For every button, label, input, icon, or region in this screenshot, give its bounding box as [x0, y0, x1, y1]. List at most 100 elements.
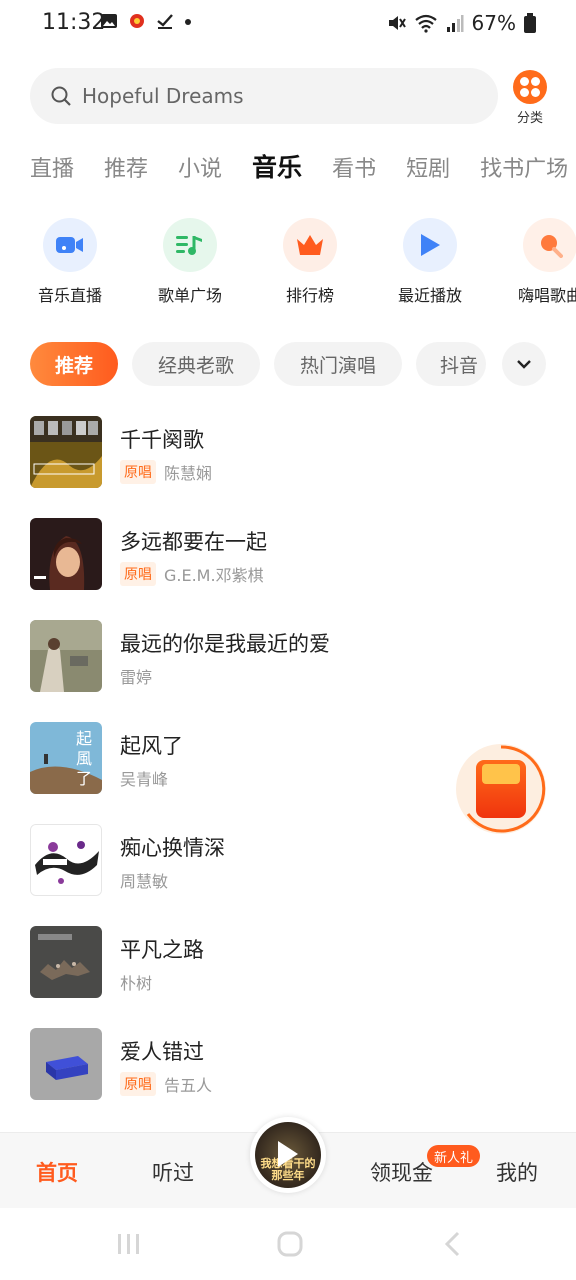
battery-percentage: 67% — [471, 11, 516, 35]
wifi-icon — [414, 14, 437, 33]
notification-icons — [100, 12, 192, 30]
chip-douyin[interactable]: 抖音 — [416, 342, 486, 386]
song-meta: 原唱 G.E.M.邓紫棋 — [120, 562, 264, 586]
shortcut-label: 嗨唱歌曲 — [517, 286, 576, 305]
svg-text:風: 風 — [76, 749, 92, 768]
search-icon — [51, 86, 71, 106]
original-tag: 原唱 — [120, 460, 156, 484]
album-cover — [30, 1028, 102, 1100]
song-title: 千千阕歌 — [120, 428, 204, 452]
chip-classic-oldies[interactable]: 经典老歌 — [132, 342, 260, 386]
song-meta: 雷婷 — [120, 664, 152, 688]
play-icon — [403, 218, 457, 272]
search-placeholder: Hopeful Dreams — [82, 84, 244, 108]
shortcut-music-live[interactable]: 音乐直播 — [30, 218, 130, 306]
search-row: Hopeful Dreams 分类 — [30, 68, 550, 126]
song-meta: 吴青峰 — [120, 766, 168, 790]
song-item[interactable]: 痴心换情深 周慧敏 — [30, 824, 550, 926]
crown-icon — [283, 218, 337, 272]
song-artist: 告五人 — [164, 1076, 213, 1095]
nav-mine[interactable]: 我的 — [496, 1157, 538, 1187]
top-tabs: 直播 推荐 小说 音乐 看书 短剧 找书广场 — [30, 148, 576, 192]
check-icon — [157, 14, 173, 29]
grid-dots-icon — [513, 70, 547, 104]
app-notification-icon — [130, 14, 144, 28]
original-tag: 原唱 — [120, 562, 156, 586]
album-cover — [30, 824, 102, 896]
status-time: 11:32 — [42, 10, 106, 35]
gallery-icon — [101, 14, 117, 28]
bottom-nav: 首页 听过 我想看干的那些年 领现金 新人礼 我的 — [0, 1117, 576, 1208]
play-icon — [278, 1141, 298, 1167]
tab-novel[interactable]: 小说 — [178, 151, 222, 183]
shortcut-ranking[interactable]: 排行榜 — [250, 218, 370, 306]
now-playing-button[interactable]: 我想看干的那些年 — [250, 1117, 326, 1193]
system-navigation-bar — [0, 1208, 576, 1280]
battery-icon — [524, 13, 536, 33]
playlist-music-icon — [163, 218, 217, 272]
tab-live[interactable]: 直播 — [30, 151, 74, 183]
microphone-icon — [523, 218, 576, 272]
song-meta: 周慧敏 — [120, 868, 168, 892]
song-title: 最远的你是我最近的爱 — [120, 632, 330, 656]
song-item[interactable]: 平凡之路 朴树 — [30, 926, 550, 1028]
new-user-gift-badge: 新人礼 — [427, 1145, 481, 1167]
song-artist: G.E.M.邓紫棋 — [164, 566, 264, 585]
red-envelope-icon — [476, 760, 526, 818]
shortcut-row: 音乐直播 歌单广场 排行榜 最近播放 嗨唱歌曲 — [30, 218, 576, 308]
tab-read[interactable]: 看书 — [332, 151, 376, 183]
mute-icon — [388, 16, 406, 30]
chip-hot-covers[interactable]: 热门演唱 — [274, 342, 402, 386]
song-title: 多远都要在一起 — [120, 530, 267, 554]
red-envelope-float-button[interactable] — [456, 744, 546, 834]
svg-text:起: 起 — [76, 729, 92, 748]
status-bar: 11:32 67% — [0, 0, 576, 48]
song-meta: 原唱 告五人 — [120, 1072, 212, 1096]
album-cover — [30, 926, 102, 998]
song-meta: 朴树 — [120, 970, 152, 994]
song-artist: 周慧敏 — [120, 872, 169, 891]
song-title: 平凡之路 — [120, 938, 204, 962]
song-title: 起风了 — [120, 734, 183, 758]
shortcut-playlist-square[interactable]: 歌单广场 — [130, 218, 250, 306]
song-title: 痴心换情深 — [120, 836, 225, 860]
song-artist: 吴青峰 — [120, 770, 169, 789]
tab-recommend[interactable]: 推荐 — [104, 151, 148, 183]
category-button[interactable]: 分类 — [510, 68, 550, 126]
song-meta: 原唱 陈慧娴 — [120, 460, 212, 484]
recent-apps-icon[interactable] — [116, 1232, 142, 1256]
song-artist: 陈慧娴 — [164, 464, 213, 483]
category-label: 分类 — [516, 111, 543, 126]
tab-music[interactable]: 音乐 — [252, 148, 302, 184]
song-item[interactable]: 爱人错过 原唱 告五人 — [30, 1028, 550, 1130]
nav-home[interactable]: 首页 — [36, 1157, 78, 1187]
chevron-down-icon — [517, 360, 531, 369]
nav-listened[interactable]: 听过 — [152, 1157, 194, 1187]
shortcut-label: 排行榜 — [285, 286, 334, 305]
album-cover — [30, 518, 102, 590]
back-icon[interactable] — [442, 1230, 462, 1258]
dot-icon — [185, 19, 191, 25]
expand-chips-button[interactable] — [502, 342, 546, 386]
shortcut-label: 最近播放 — [397, 286, 462, 305]
search-input[interactable]: Hopeful Dreams — [30, 68, 498, 124]
svg-text:了: 了 — [76, 769, 92, 788]
video-camera-icon — [43, 218, 97, 272]
song-item[interactable]: 千千阕歌 原唱 陈慧娴 — [30, 416, 550, 518]
shortcut-karaoke[interactable]: 嗨唱歌曲 — [490, 218, 576, 306]
album-cover: 起風了 — [30, 722, 102, 794]
song-item[interactable]: 多远都要在一起 原唱 G.E.M.邓紫棋 — [30, 518, 550, 620]
system-status-icons: 67% — [386, 11, 536, 35]
shortcut-recent-play[interactable]: 最近播放 — [370, 218, 490, 306]
original-tag: 原唱 — [120, 1072, 156, 1096]
song-item[interactable]: 最远的你是我最近的爱 雷婷 — [30, 620, 550, 722]
home-icon[interactable] — [276, 1230, 304, 1258]
chip-recommend[interactable]: 推荐 — [30, 342, 118, 386]
tab-book-square[interactable]: 找书广场 — [480, 151, 568, 183]
song-artist: 雷婷 — [120, 668, 153, 687]
filter-chips: 推荐 经典老歌 热门演唱 抖音 — [30, 342, 576, 388]
tab-short-drama[interactable]: 短剧 — [406, 151, 450, 183]
nav-cash[interactable]: 领现金 — [370, 1157, 433, 1187]
album-cover — [30, 620, 102, 692]
signal-icon — [446, 15, 464, 32]
